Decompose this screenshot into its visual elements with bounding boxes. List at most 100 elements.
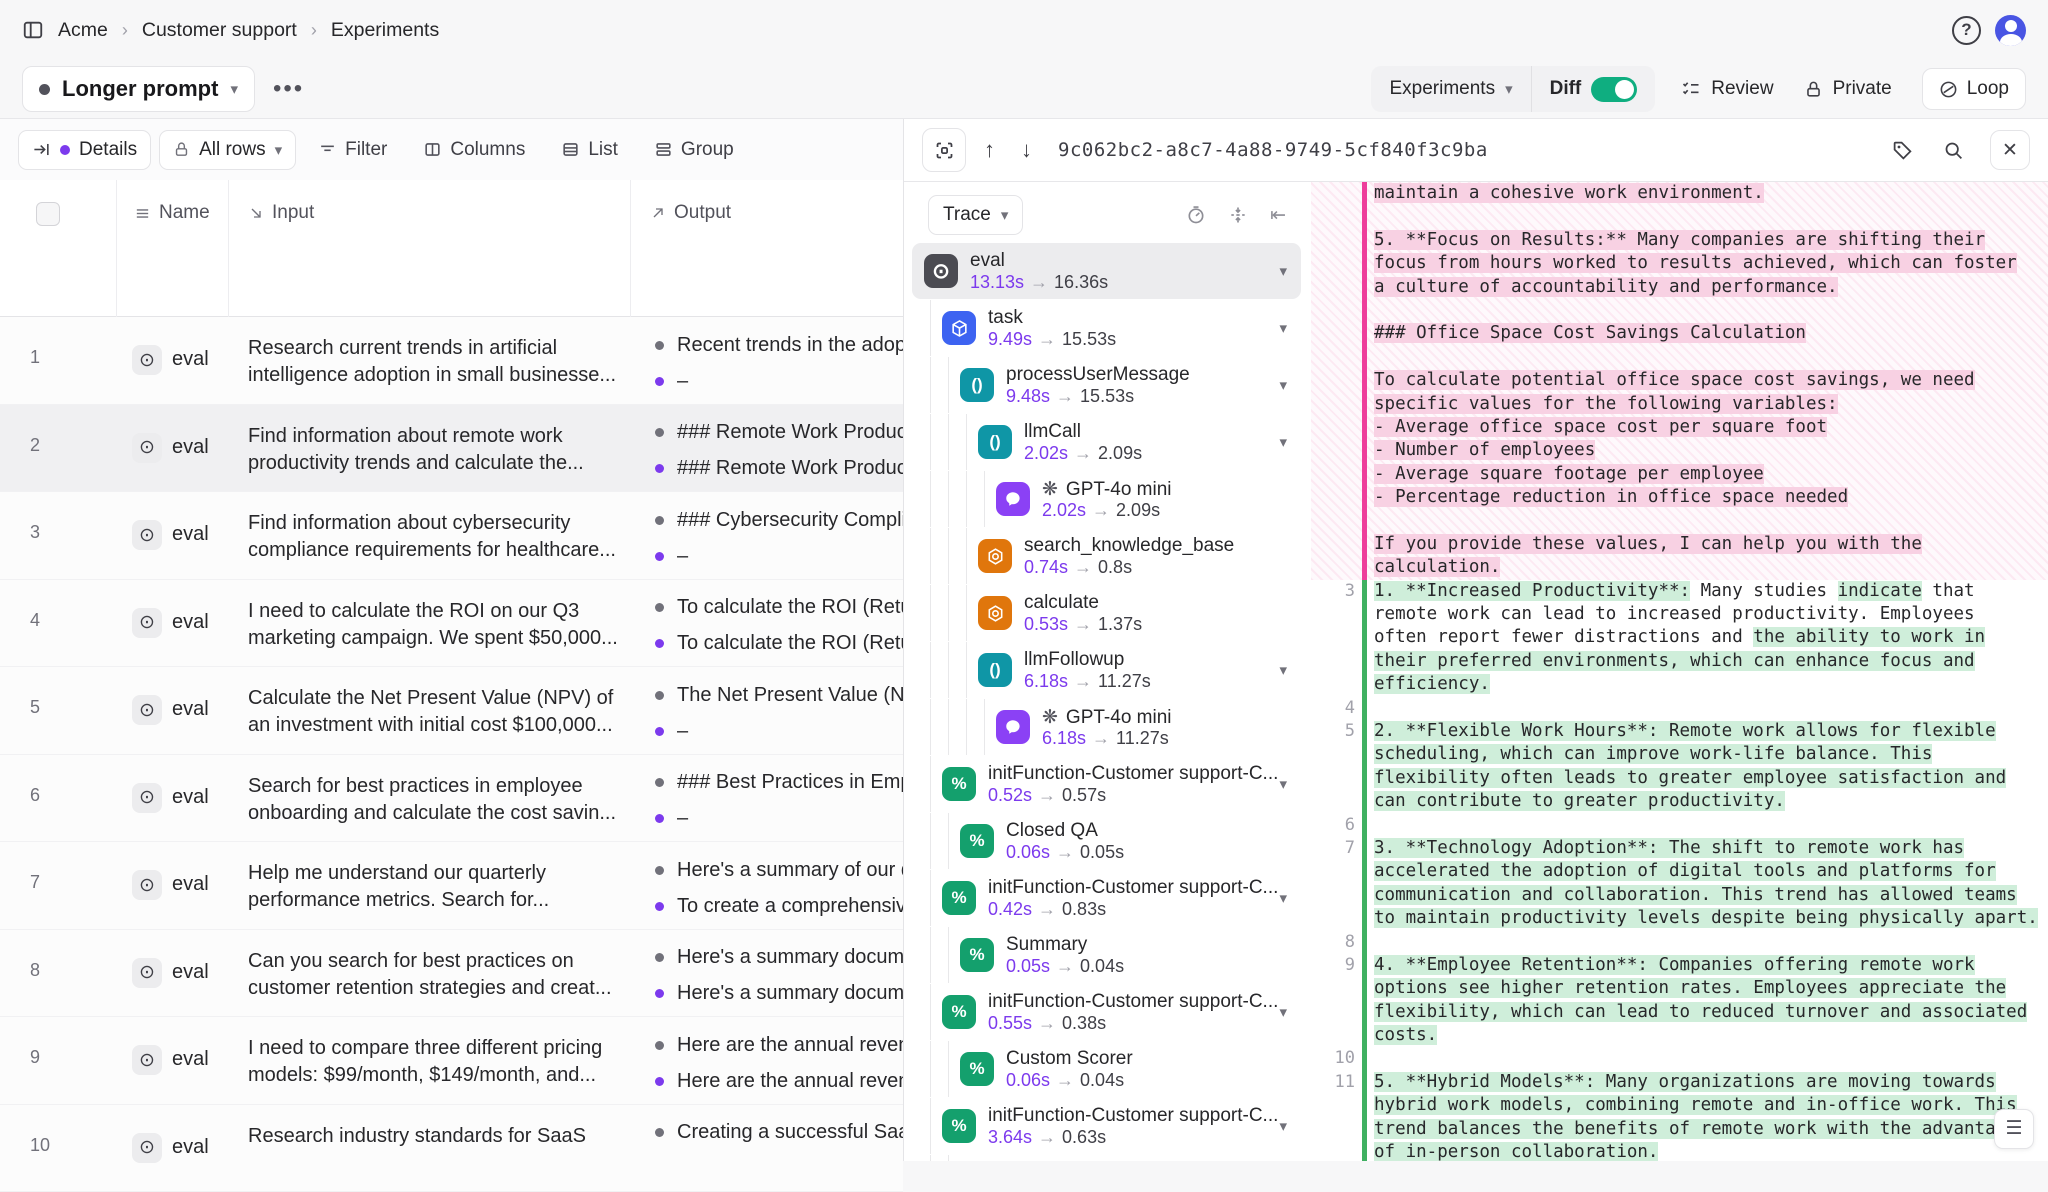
chevron-down-icon[interactable]: ▾ <box>1279 376 1287 394</box>
table-row[interactable]: 10 ⊙ eval Research industry standards fo… <box>0 1105 903 1192</box>
next-row-button[interactable]: ↓ <box>1013 137 1040 163</box>
row-name: eval <box>172 611 209 634</box>
input-cell[interactable]: I need to calculate the ROI on our Q3mar… <box>248 598 638 652</box>
search-icon[interactable] <box>1933 140 1974 161</box>
output-cell[interactable]: ### Cybersecurity Complia– <box>655 502 903 574</box>
input-cell[interactable]: I need to compare three different pricin… <box>248 1035 638 1089</box>
avatar[interactable] <box>1995 15 2026 46</box>
trace-span-row[interactable]: ❋GPT-4o mini6.18s→11.27s <box>912 699 1301 755</box>
input-cell[interactable]: Find information about remote workproduc… <box>248 423 638 477</box>
diff-added-line: 8 <box>1311 931 2048 954</box>
chevron-down-icon[interactable]: ▾ <box>1279 889 1287 907</box>
view-switcher-experiments[interactable]: Experiments▾ <box>1371 66 1530 112</box>
output-cell[interactable]: To calculate the ROI (ReturTo calculate … <box>655 590 903 662</box>
filter-button[interactable]: Filter <box>304 139 401 161</box>
trace-span-row[interactable]: ()llmFollowup6.18s→11.27s▾ <box>912 642 1301 698</box>
text-view-button[interactable]: ☰ <box>1994 1109 2034 1149</box>
column-header-output[interactable]: Output <box>650 202 731 224</box>
previous-row-button[interactable]: ↑ <box>976 137 1003 163</box>
select-all-checkbox[interactable] <box>36 202 60 226</box>
more-actions-button[interactable]: ••• <box>273 75 304 103</box>
trace-span-row[interactable]: %initFunction-Customer support-C...0.42s… <box>912 870 1301 926</box>
output-cell[interactable]: Here's a summary of our qTo create a com… <box>655 852 903 924</box>
columns-button[interactable]: Columns <box>409 139 539 161</box>
table-row[interactable]: 8 ⊙ eval Can you search for best practic… <box>0 930 903 1018</box>
chevron-down-icon[interactable]: ▾ <box>1279 433 1287 451</box>
chevron-down-icon[interactable]: ▾ <box>1279 319 1287 337</box>
table-row[interactable]: 9 ⊙ eval I need to compare three differe… <box>0 1017 903 1105</box>
experiment-switcher-button[interactable]: Longer prompt ▾ <box>22 66 255 112</box>
loop-button[interactable]: Loop <box>1922 68 2026 110</box>
breadcrumb-project[interactable]: Customer support <box>142 19 297 42</box>
output-cell[interactable]: Here's a summary documeHere's a summary … <box>655 940 903 1012</box>
output-line: To create a comprehensive <box>655 888 903 924</box>
trace-span-row[interactable]: ()processUserMessage9.48s→15.53s▾ <box>912 357 1301 413</box>
trace-span-row[interactable]: %initFunction-Customer support-C...0.55s… <box>912 984 1301 1040</box>
output-cell[interactable]: ### Best Practices in Empl– <box>655 765 903 837</box>
close-panel-button[interactable]: ✕ <box>1990 130 2030 170</box>
chevron-down-icon[interactable]: ▾ <box>1279 262 1287 280</box>
input-cell[interactable]: Can you search for best practices oncust… <box>248 948 638 1002</box>
chevron-down-icon[interactable]: ▾ <box>1279 1003 1287 1021</box>
output-cell[interactable]: ### Remote Work Product### Remote Work P… <box>655 415 903 487</box>
column-header-input[interactable]: Input <box>248 202 314 224</box>
collapse-rows-icon[interactable] <box>1217 205 1259 225</box>
input-cell[interactable]: Calculate the Net Present Value (NPV) of… <box>248 685 638 739</box>
diff-toggle[interactable] <box>1591 77 1637 102</box>
trace-span-row[interactable]: %Summary0.05s→0.04s <box>912 927 1301 983</box>
trace-span-row[interactable]: ()llmCall2.02s→2.09s▾ <box>912 414 1301 470</box>
trace-span-row[interactable]: ⊙eval13.13s→16.36s▾ <box>912 243 1301 299</box>
timing-icon[interactable] <box>1175 205 1217 225</box>
table-row[interactable]: 7 ⊙ eval Help me understand our quarterl… <box>0 842 903 930</box>
table-row[interactable]: 6 ⊙ eval Search for best practices in em… <box>0 755 903 843</box>
sidebar-toggle-icon[interactable] <box>22 19 44 41</box>
trace-span-row[interactable]: ❋GPT-4o mini2.02s→2.09s <box>912 471 1301 527</box>
review-button[interactable]: Review <box>1681 78 1773 100</box>
focus-span-button[interactable] <box>922 128 966 172</box>
breadcrumb-acme[interactable]: Acme <box>58 19 108 42</box>
output-cell[interactable]: Creating a successful SaaS <box>655 1115 903 1151</box>
input-cell[interactable]: Search for best practices in employeeonb… <box>248 773 638 827</box>
column-header-name[interactable]: Name <box>134 202 210 224</box>
score-span-icon: % <box>942 995 976 1029</box>
diff-added-line: hybrid work models, combining remote and… <box>1311 1094 2048 1117</box>
chevron-down-icon[interactable]: ▾ <box>1279 775 1287 793</box>
chevron-down-icon[interactable]: ▾ <box>1279 661 1287 679</box>
table-row[interactable]: 4 ⊙ eval I need to calculate the ROI on … <box>0 580 903 668</box>
chevron-down-icon[interactable]: ▾ <box>1279 1117 1287 1135</box>
trace-span-row[interactable]: task9.49s→15.53s▾ <box>912 300 1301 356</box>
table-row[interactable]: 1 ⊙ eval Research current trends in arti… <box>0 317 903 405</box>
table-row[interactable]: 2 ⊙ eval Find information about remote w… <box>0 405 903 493</box>
tag-icon[interactable] <box>1882 140 1923 161</box>
help-icon[interactable]: ? <box>1952 16 1981 45</box>
trace-span-row[interactable]: %Custom Scorer0.06s→0.04s <box>912 1041 1301 1097</box>
trace-span-row[interactable]: %Closed QA0.06s→0.05s <box>912 813 1301 869</box>
table-row[interactable]: 5 ⊙ eval Calculate the Net Present Value… <box>0 667 903 755</box>
table-row[interactable]: 3 ⊙ eval Find information about cybersec… <box>0 492 903 580</box>
trace-view-dropdown[interactable]: Trace▾ <box>928 195 1023 235</box>
input-cell[interactable]: Research industry standards for SaaS <box>248 1123 638 1150</box>
output-cell[interactable]: Here are the annual revenuHere are the a… <box>655 1027 903 1099</box>
input-cell[interactable]: Help me understand our quarterlyperforma… <box>248 860 638 914</box>
input-cell[interactable]: Find information about cybersecuritycomp… <box>248 510 638 564</box>
all-rows-button[interactable]: All rows ▾ <box>159 130 296 170</box>
output-cell[interactable]: Recent trends in the adopti– <box>655 327 903 399</box>
span-durations: 0.74s→0.8s <box>1024 557 1132 578</box>
group-button[interactable]: Group <box>640 139 748 161</box>
details-button[interactable]: Details <box>18 130 151 170</box>
trace-span-row[interactable]: %initFunction-Customer support-C...0.52s… <box>912 756 1301 812</box>
trace-span-row[interactable]: search_knowledge_base0.74s→0.8s <box>912 528 1301 584</box>
breadcrumb-experiments[interactable]: Experiments <box>331 19 439 42</box>
diff-output-pane[interactable]: maintain a cohesive work environment.5. … <box>1311 182 2048 1161</box>
line-number: 7 <box>1311 837 1355 860</box>
private-button[interactable]: Private <box>1804 78 1892 100</box>
input-cell[interactable]: Research current trends in artificialint… <box>248 335 638 389</box>
output-cell[interactable]: The Net Present Value (NP– <box>655 677 903 749</box>
trace-span-row[interactable]: %Intent Classification0.43s→0.09s <box>912 1155 1301 1161</box>
openai-logo-icon: ❋ <box>1042 478 1058 501</box>
diff-added-line: flexibility, which can lead to reduced t… <box>1311 1001 2048 1024</box>
list-button[interactable]: List <box>547 139 632 161</box>
collapse-left-icon[interactable]: ⇤ <box>1259 204 1297 227</box>
trace-span-row[interactable]: %initFunction-Customer support-C...3.64s… <box>912 1098 1301 1154</box>
trace-span-row[interactable]: calculate0.53s→1.37s <box>912 585 1301 641</box>
